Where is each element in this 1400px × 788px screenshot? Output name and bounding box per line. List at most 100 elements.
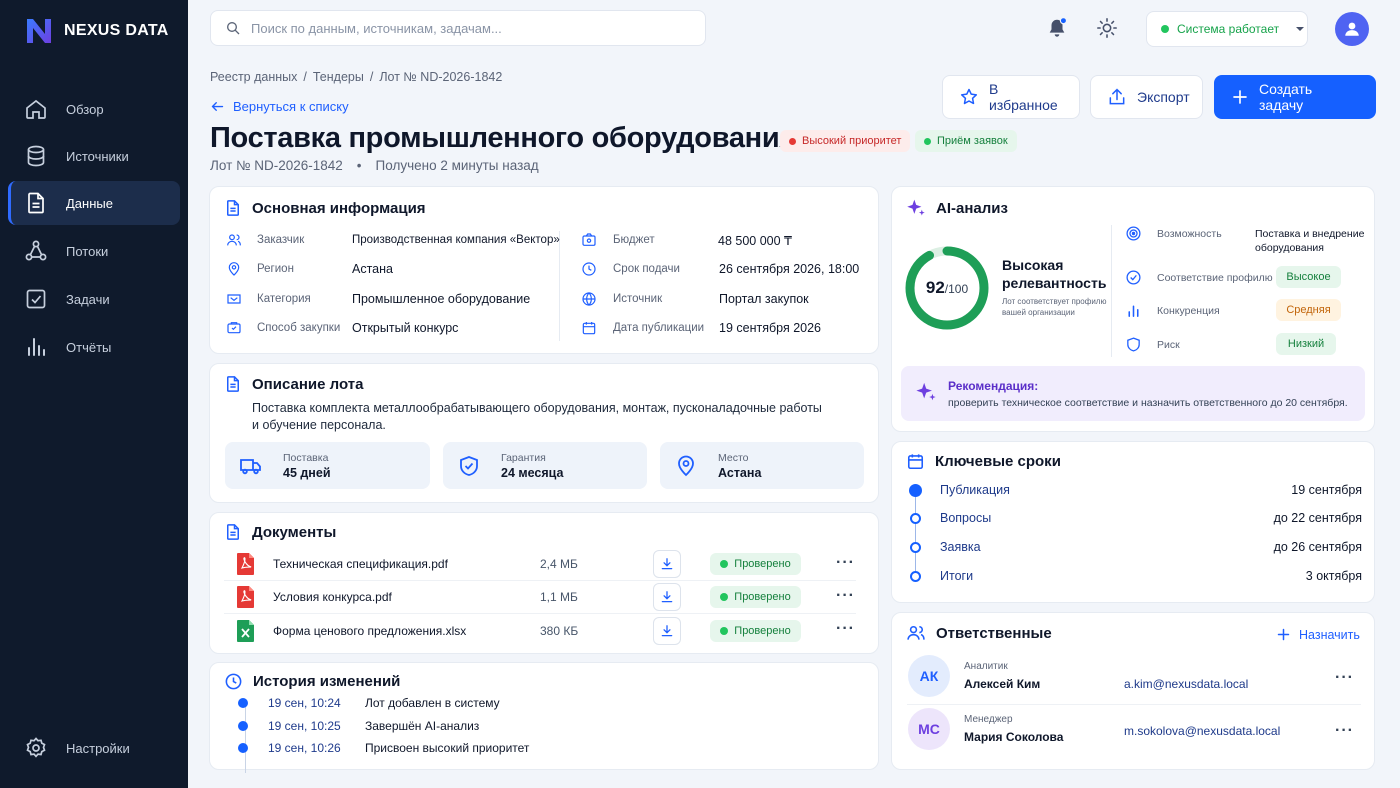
deadline-item: Вопросы до 22 сентября — [906, 511, 1362, 525]
user-icon — [1343, 20, 1361, 38]
download-icon — [660, 590, 674, 604]
back-to-list-link[interactable]: Вернуться к списку — [210, 99, 349, 114]
more-options-button[interactable]: ··· — [836, 620, 855, 638]
checkbox-icon — [24, 287, 48, 311]
export-label: Экспорт — [1137, 89, 1190, 105]
feature-warranty: Гарантия 24 месяца — [443, 442, 647, 489]
plus-icon — [1231, 88, 1249, 106]
sidebar-item-overview[interactable]: Обзор — [8, 87, 180, 131]
user-avatar[interactable] — [1335, 12, 1369, 46]
document-row[interactable]: Техническая спецификация.pdf 2,4 МБ Пров… — [224, 548, 856, 581]
brand[interactable]: NEXUS DATA — [24, 16, 169, 46]
deadline-label: Заявка — [940, 540, 981, 554]
lot-description-text: Поставка комплекта металлообрабатывающег… — [252, 400, 822, 434]
search-icon — [225, 20, 241, 36]
more-options-button[interactable]: ··· — [836, 587, 855, 605]
assign-button[interactable]: Назначить — [1276, 627, 1360, 642]
verified-badge: Проверено — [710, 586, 801, 608]
clock-icon — [224, 672, 243, 691]
verified-label: Проверено — [734, 591, 791, 603]
create-task-button[interactable]: Создать задачу — [1214, 75, 1376, 119]
sidebar-item-sources[interactable]: Источники — [8, 134, 180, 178]
relevance-subtitle-line: вашей организации — [1002, 308, 1075, 317]
verified-label: Проверено — [734, 624, 791, 637]
assign-label: Назначить — [1299, 627, 1360, 642]
person-email[interactable]: a.kim@nexusdata.local — [1124, 677, 1248, 691]
database-icon — [24, 144, 48, 168]
breadcrumb-item-registry[interactable]: Реестр данных — [210, 70, 297, 84]
feature-value: 45 дней — [283, 465, 331, 480]
sidebar-item-label: Потоки — [66, 243, 109, 259]
info-value: 26 сентября 2026, 18:00 — [719, 262, 860, 276]
sidebar-item-settings[interactable]: Настройки — [8, 726, 180, 770]
timeline-dot — [238, 743, 248, 753]
feature-label: Гарантия — [501, 451, 546, 464]
export-button[interactable]: Экспорт — [1090, 75, 1203, 119]
sidebar-item-tasks[interactable]: Задачи — [8, 277, 180, 321]
favorite-button[interactable]: В избранное — [942, 75, 1080, 119]
download-button[interactable] — [653, 550, 681, 578]
feature-label: Поставка — [283, 451, 329, 464]
timeline-dot-empty — [910, 512, 921, 524]
user-icon — [226, 232, 242, 248]
responsible-person: АК Аналитик Алексей Ким a.kim@nexusdata.… — [906, 655, 1362, 699]
gear-icon — [24, 736, 48, 760]
document-name[interactable]: Форма ценового предложения.xlsx — [273, 624, 466, 638]
bar-chart-icon — [1125, 302, 1142, 319]
info-value: 19 сентября 2026 — [719, 321, 821, 335]
document-size: 380 КБ — [540, 623, 579, 638]
search-input[interactable] — [251, 20, 671, 36]
history-event: Завершён AI-анализ — [365, 719, 480, 733]
metric-label: Риск — [1157, 339, 1180, 351]
avatar: АК — [908, 655, 950, 697]
person-email[interactable]: m.sokolova@nexusdata.local — [1124, 724, 1280, 738]
card-title-text: Ответственные — [936, 624, 1052, 642]
breadcrumb-item-tenders[interactable]: Тендеры — [313, 70, 364, 84]
document-name[interactable]: Условия конкурса.pdf — [273, 590, 392, 604]
score-value: 92 — [925, 278, 945, 297]
sidebar: NEXUS DATA Обзор Источники Данные Потоки… — [0, 0, 188, 788]
document-icon — [224, 522, 242, 542]
download-button[interactable] — [653, 616, 681, 645]
more-options-button[interactable]: ··· — [836, 554, 855, 572]
page-title: Поставка промышленного оборудования — [210, 122, 797, 154]
metric-risk: Риск Низкий — [1125, 333, 1365, 357]
documents-title: Документы — [224, 522, 336, 542]
system-status-dropdown[interactable]: Система работает — [1146, 11, 1308, 47]
timeline-dot — [238, 698, 248, 708]
nexus-logo-icon — [24, 16, 54, 46]
sidebar-item-flows[interactable]: Потоки — [8, 229, 180, 273]
document-row[interactable]: Условия конкурса.pdf 1,1 МБ Проверено ··… — [224, 581, 856, 614]
download-button[interactable] — [653, 583, 681, 611]
person-role: Аналитик — [964, 661, 1008, 672]
responsible-person: МС Менеджер Мария Соколова m.sokolova@ne… — [906, 708, 1362, 752]
document-row[interactable]: Форма ценового предложения.xlsx 380 КБ П… — [224, 614, 856, 647]
notifications-button[interactable] — [1044, 15, 1070, 41]
sidebar-item-data[interactable]: Данные — [8, 181, 180, 225]
relevance-title-line: релевантность — [1002, 275, 1107, 291]
metric-label: Соответствие профилю — [1157, 272, 1273, 284]
theme-toggle-button[interactable] — [1094, 15, 1120, 41]
download-icon — [660, 624, 674, 638]
more-options-button[interactable]: ··· — [1335, 669, 1354, 687]
history-time: 19 сен, 10:26 — [268, 741, 341, 755]
shield-check-icon — [457, 454, 481, 478]
arrow-left-icon — [210, 99, 225, 114]
breadcrumb-item-lot: Лот № ND-2026-1842 — [379, 70, 503, 84]
deadline-item: Итоги 3 октября — [906, 569, 1362, 583]
history-title: История изменений — [224, 672, 400, 691]
sidebar-item-reports[interactable]: Отчёты — [8, 325, 180, 369]
globe-icon — [581, 291, 597, 307]
procurement-icon — [226, 320, 242, 336]
create-task-label: Создать задачу — [1259, 81, 1313, 113]
more-options-button[interactable]: ··· — [1335, 722, 1354, 740]
info-label: Регион — [257, 263, 294, 275]
document-icon — [224, 374, 242, 394]
basic-info-title: Основная информация — [224, 198, 426, 218]
info-label: Способ закупки — [257, 322, 341, 334]
feature-place: Место Астана — [660, 442, 864, 489]
history-item: 19 сен, 10:25 Завершён AI-анализ — [238, 719, 479, 733]
timeline-dot-empty — [910, 570, 921, 582]
document-name[interactable]: Техническая спецификация.pdf — [273, 557, 448, 571]
wallet-icon — [581, 232, 597, 248]
